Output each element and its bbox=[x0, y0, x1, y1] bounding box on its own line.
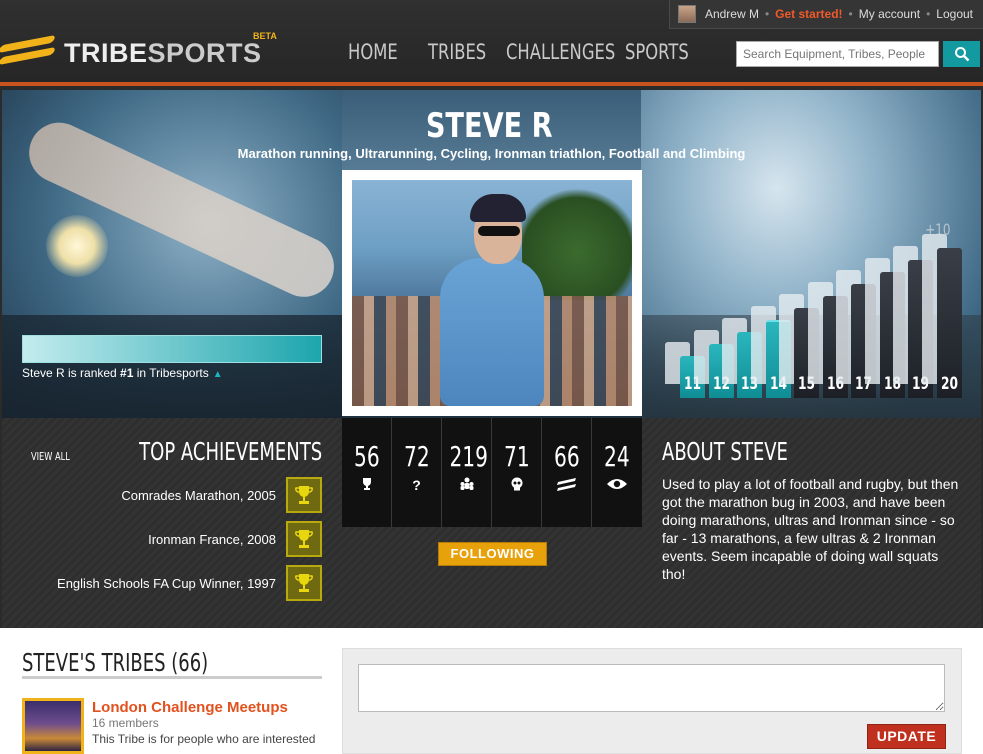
nav-tribes[interactable]: TRIBES bbox=[428, 40, 486, 64]
user-bar: Andrew M • Get started! • My account • L… bbox=[668, 0, 983, 29]
get-started-link[interactable]: Get started! bbox=[775, 7, 842, 21]
tribe-description: This Tribe is for people who are interes… bbox=[92, 732, 316, 746]
people-icon bbox=[442, 477, 491, 495]
view-all-link[interactable]: VIEW ALL bbox=[30, 450, 69, 463]
achievements-header: VIEW ALL TOP ACHIEVEMENTS bbox=[0, 437, 322, 466]
levels-plus-label: +10 bbox=[925, 220, 951, 239]
logout-link[interactable]: Logout bbox=[936, 7, 973, 21]
user-avatar[interactable] bbox=[677, 5, 696, 23]
achievement-item[interactable]: English Schools FA Cup Winner, 1997 bbox=[57, 565, 322, 601]
following-button[interactable]: FOLLOWING bbox=[438, 542, 547, 566]
about-title: ABOUT STEVE bbox=[662, 437, 788, 466]
status-update-input[interactable] bbox=[358, 664, 945, 712]
search-icon bbox=[954, 47, 969, 62]
rank-progress-bar bbox=[22, 335, 322, 363]
search-button[interactable] bbox=[943, 41, 980, 67]
tribe-icon bbox=[542, 477, 591, 495]
nav-challenges[interactable]: CHALLENGES bbox=[506, 40, 615, 64]
my-account-link[interactable]: My account bbox=[859, 7, 920, 21]
logo-text: TRIBESPORTS bbox=[64, 37, 262, 68]
tribe-name-link[interactable]: London Challenge Meetups bbox=[92, 699, 288, 716]
question-icon: ? bbox=[412, 477, 421, 493]
profile-photo[interactable] bbox=[352, 180, 632, 406]
stat-followers[interactable]: 24 bbox=[592, 418, 642, 527]
eye-icon bbox=[592, 477, 642, 495]
rank-panel: Steve R is ranked #1 in Tribesports ▲ bbox=[2, 315, 342, 418]
beta-badge: BETA bbox=[253, 31, 277, 41]
trophy-icon bbox=[342, 477, 391, 495]
nav-home[interactable]: HOME bbox=[348, 40, 398, 64]
nav-sports[interactable]: SPORTS bbox=[625, 40, 689, 64]
rank-up-icon: ▲ bbox=[212, 369, 223, 380]
search-input[interactable] bbox=[736, 41, 939, 67]
trophy-icon bbox=[286, 477, 322, 513]
tribes-title: STEVE'S TRIBES (66) bbox=[22, 648, 209, 677]
divider bbox=[22, 676, 322, 679]
update-button[interactable]: UPDATE bbox=[867, 724, 946, 749]
stats-strip: 56 72 ? 219 71 66 24 bbox=[342, 418, 642, 527]
tribesports-logo[interactable]: TRIBESPORTS bbox=[0, 34, 262, 70]
trophy-icon bbox=[286, 521, 322, 557]
separator: • bbox=[848, 7, 853, 21]
tribe-members: 16 members bbox=[92, 716, 159, 730]
stat-friends[interactable]: 219 bbox=[442, 418, 492, 527]
stat-questions[interactable]: 72 ? bbox=[392, 418, 442, 527]
tribe-thumbnail[interactable] bbox=[22, 698, 84, 754]
profile-sports: Marathon running, Ultrarunning, Cycling,… bbox=[237, 146, 746, 161]
stat-trophies[interactable]: 56 bbox=[342, 418, 392, 527]
about-text: Used to play a lot of football and rugby… bbox=[662, 476, 959, 582]
achievements-title: TOP ACHIEVEMENTS bbox=[138, 437, 322, 466]
rank-text: Steve R is ranked #1 in Tribesports ▲ bbox=[22, 366, 223, 380]
logo-mark-icon bbox=[0, 34, 56, 70]
username-link[interactable]: Andrew M bbox=[705, 7, 759, 21]
light-flare bbox=[46, 215, 108, 277]
separator: • bbox=[764, 7, 770, 21]
level-number: 20 bbox=[940, 374, 958, 394]
profile-name-wrap: STEVE R bbox=[0, 106, 979, 146]
achievement-item[interactable]: Ironman France, 2008 bbox=[148, 521, 322, 557]
level-step: 20 bbox=[936, 248, 962, 398]
profile-photo-frame bbox=[342, 170, 642, 416]
stat-challenges[interactable]: 71 bbox=[492, 418, 542, 527]
achievement-item[interactable]: Comrades Marathon, 2005 bbox=[121, 477, 322, 513]
trophy-icon bbox=[286, 565, 322, 601]
separator: • bbox=[926, 7, 931, 21]
profile-name: STEVE R bbox=[426, 106, 553, 146]
main-nav: HOME TRIBES CHALLENGES SPORTS bbox=[348, 40, 708, 64]
skull-icon bbox=[492, 477, 541, 495]
stat-tribes[interactable]: 66 bbox=[542, 418, 592, 527]
